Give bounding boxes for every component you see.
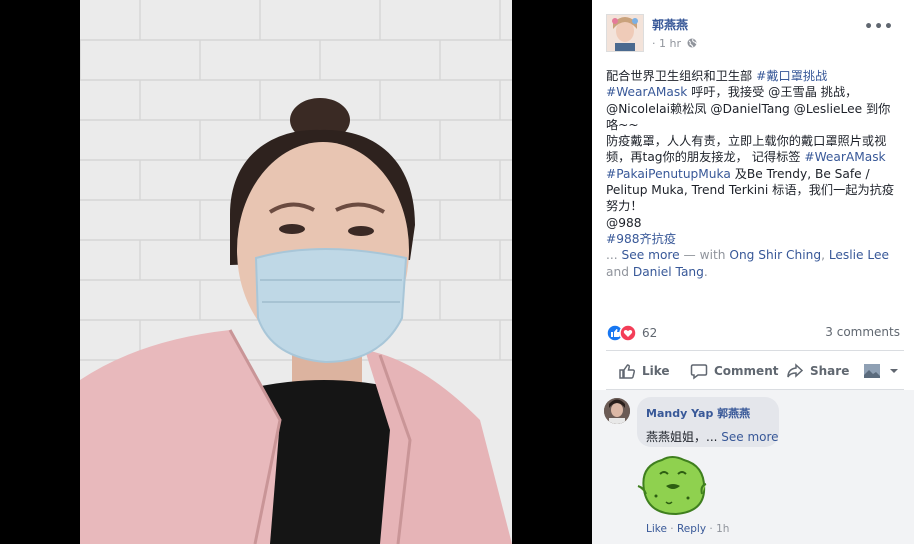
comment-label: Comment <box>714 364 779 378</box>
post-text-line: 呼吁，我接受 @王雪晶 挑战， <box>687 85 858 100</box>
comment-time[interactable]: 1h <box>716 523 729 535</box>
comment-text: 燕燕姐姐，... See more <box>646 428 779 445</box>
post-text-line: Pelitup Muka, Trend Terkini 标语，我们一起为抗疫 <box>606 183 895 198</box>
post-time[interactable]: 1 hr <box>659 37 681 50</box>
hashtag-link[interactable]: #988齐抗疫 <box>606 232 676 246</box>
post-header: 郭燕燕 · 1 hr ••• <box>606 14 906 54</box>
tagged-person-link[interactable]: Leslie Lee <box>829 248 889 262</box>
commenter-name[interactable]: Mandy Yap 郭燕燕 <box>646 405 750 421</box>
caret-down-icon <box>890 369 898 373</box>
reaction-count[interactable]: 62 <box>642 326 657 340</box>
comments-section: Mandy Yap 郭燕燕 燕燕姐姐，... See more Like · R… <box>592 390 914 544</box>
green-blob-sticker <box>636 452 710 518</box>
comment-bubble: Mandy Yap 郭燕燕 燕燕姐姐，... See more <box>637 397 779 447</box>
action-bar: Like Comment Share <box>606 358 906 384</box>
share-label: Share <box>810 364 850 378</box>
dot-separator: · <box>652 37 659 50</box>
comment-body: 燕燕姐姐，... <box>646 430 722 444</box>
separator: · <box>706 523 717 535</box>
photo-viewer <box>0 0 592 544</box>
with-label: — with <box>679 248 730 263</box>
and-label: and <box>606 264 633 279</box>
tagged-person-link[interactable]: Ong Shir Ching <box>729 248 821 262</box>
tagged-person-link[interactable]: Daniel Tang <box>633 265 704 279</box>
comment-actions: Like · Reply · 1h <box>646 523 729 535</box>
thumbs-up-icon <box>619 364 635 379</box>
hashtag-link[interactable]: #戴口罩挑战 <box>756 69 827 83</box>
page-avatar-icon <box>864 364 880 378</box>
post-photo[interactable] <box>80 0 512 544</box>
like-label: Like <box>642 364 670 378</box>
post-text-line: @988 <box>606 215 642 230</box>
hashtag-link[interactable]: #WearAMask <box>804 150 885 164</box>
post-text-line: 防疫戴罩，人人有责，立即上载你的戴口罩照片或视 <box>606 134 887 149</box>
author-name[interactable]: 郭燕燕 <box>652 16 688 33</box>
globe-icon <box>685 37 697 50</box>
post-text-line: 及Be Trendy, Be Safe / <box>730 166 870 181</box>
comment-icon <box>690 364 708 380</box>
reaction-icons[interactable] <box>606 324 638 342</box>
more-options-icon[interactable]: ••• <box>864 19 894 35</box>
period: . <box>703 264 708 279</box>
author-avatar[interactable] <box>606 14 644 52</box>
post-text-line: 配合世界卫生组织和卫生部 <box>606 69 757 83</box>
love-reaction-icon <box>619 324 637 342</box>
post-panel: 郭燕燕 · 1 hr ••• 配合世界卫生组织和卫生部 #戴口罩挑战 #Wear… <box>592 0 914 544</box>
post-text-line: 频，再tag你的朋友接龙， 记得标签 <box>606 150 805 165</box>
comment-see-more-link[interactable]: See more <box>721 430 778 444</box>
audience-selector[interactable] <box>864 358 905 384</box>
comment-button[interactable]: Comment <box>690 358 778 384</box>
reactions-bar: 62 3 comments <box>606 324 900 342</box>
commenter-avatar[interactable] <box>604 398 630 424</box>
ellipsis: ... <box>606 248 622 263</box>
share-icon <box>787 363 804 378</box>
post-text-line: 努力！ <box>606 199 643 214</box>
post-meta: · 1 hr <box>652 37 697 50</box>
hashtag-link[interactable]: #WearAMask <box>606 85 687 99</box>
post-text-line: @Nicolelai赖松凤 @DanielTang @LeslieLee 到你 <box>606 101 891 116</box>
divider <box>606 350 904 351</box>
like-button[interactable]: Like <box>618 358 670 384</box>
share-button[interactable]: Share <box>786 358 849 384</box>
comment-count[interactable]: 3 comments <box>825 325 900 339</box>
separator: · <box>666 523 677 535</box>
hashtag-link[interactable]: #PakaiPenutupMuka <box>606 167 731 181</box>
post-text-line: 咯~~ <box>606 117 639 132</box>
comment-reply-link[interactable]: Reply <box>677 523 706 535</box>
see-more-link[interactable]: See more <box>622 248 680 262</box>
comment-like-link[interactable]: Like <box>646 523 667 535</box>
comma: , <box>821 248 829 263</box>
post-text: 配合世界卫生组织和卫生部 #戴口罩挑战 #WearAMask 呼吁，我接受 @王… <box>606 68 906 280</box>
